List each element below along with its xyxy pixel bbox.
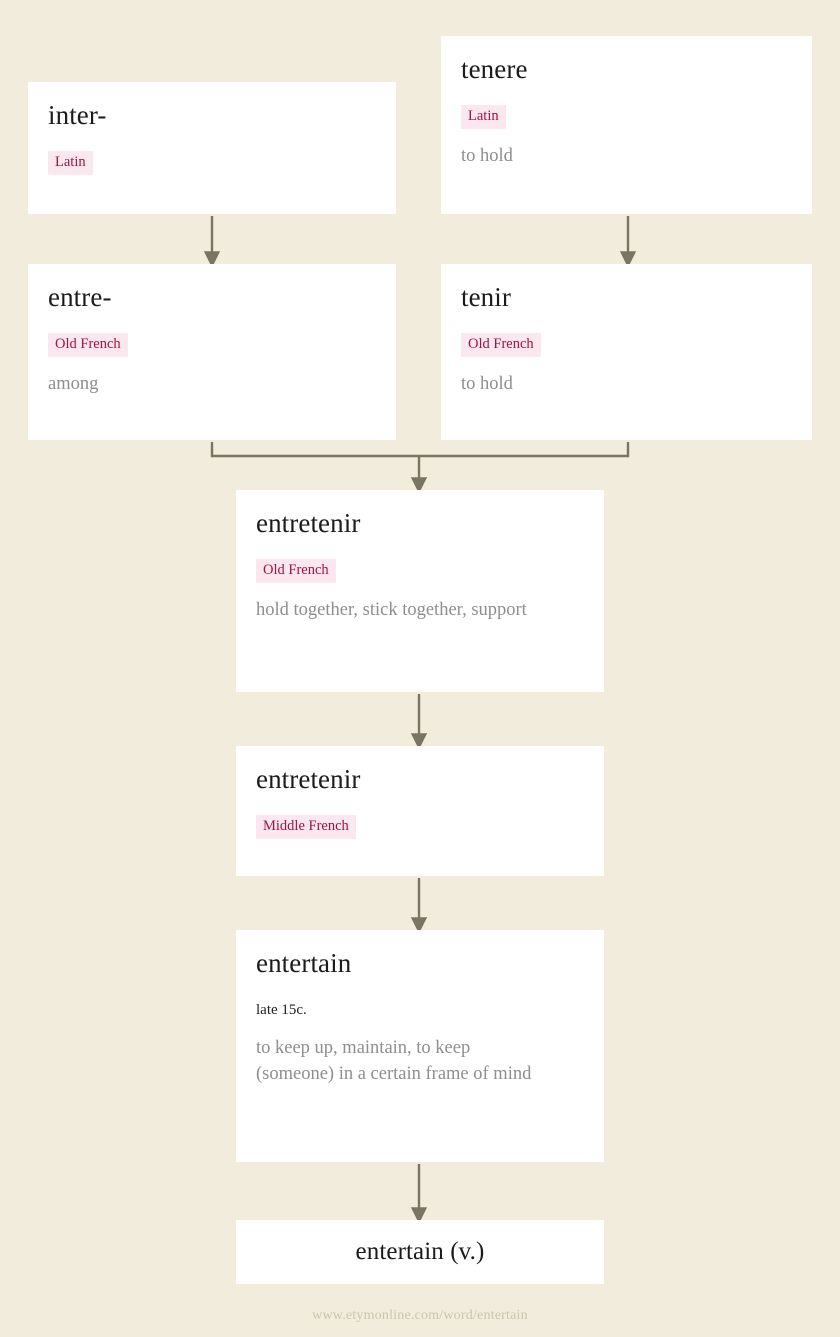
node-word: entre- — [48, 282, 112, 312]
language-tag[interactable]: Old French — [48, 333, 128, 358]
node-date: late 15c. — [256, 1002, 307, 1019]
etymology-node-headword[interactable]: entertain (v.) — [236, 1220, 604, 1284]
etymology-node-tenere[interactable]: tenere Latin to hold — [441, 36, 812, 214]
etymology-node-entretenir-middle-french[interactable]: entretenir Middle French — [236, 746, 604, 876]
node-word: tenere — [461, 54, 528, 84]
etymology-node-tenir[interactable]: tenir Old French to hold — [441, 264, 812, 440]
node-gloss: to hold — [461, 374, 513, 395]
language-tag[interactable]: Latin — [48, 151, 93, 176]
node-word: entertain — [256, 948, 352, 978]
node-word: entertain (v.) — [355, 1237, 485, 1265]
language-tag[interactable]: Old French — [256, 559, 336, 584]
node-gloss: to hold — [461, 146, 513, 167]
node-gloss: to keep up, maintain, to keep (someone) … — [256, 1037, 532, 1084]
node-word: entretenir — [256, 508, 361, 538]
node-word: tenir — [461, 282, 511, 312]
etymology-tree-diagram: inter- Latin tenere Latin to hold entre-… — [0, 0, 840, 1337]
language-tag[interactable]: Old French — [461, 333, 541, 358]
node-gloss: among — [48, 374, 99, 395]
node-word: inter- — [48, 100, 107, 130]
language-tag[interactable]: Latin — [461, 105, 506, 130]
source-url: www.etymonline.com/word/entertain — [312, 1308, 528, 1323]
node-word: entretenir — [256, 764, 361, 794]
etymology-node-entertain[interactable]: entertain late 15c. to keep up, maintain… — [236, 930, 604, 1162]
node-gloss: hold together, stick together, support — [256, 600, 527, 621]
etymology-node-entre[interactable]: entre- Old French among — [28, 264, 396, 440]
etymology-node-entretenir-old-french[interactable]: entretenir Old French hold together, sti… — [236, 490, 604, 692]
merge-connector-to-entretenir — [210, 442, 630, 458]
etymology-node-inter[interactable]: inter- Latin — [28, 82, 396, 214]
language-tag[interactable]: Middle French — [256, 815, 356, 840]
